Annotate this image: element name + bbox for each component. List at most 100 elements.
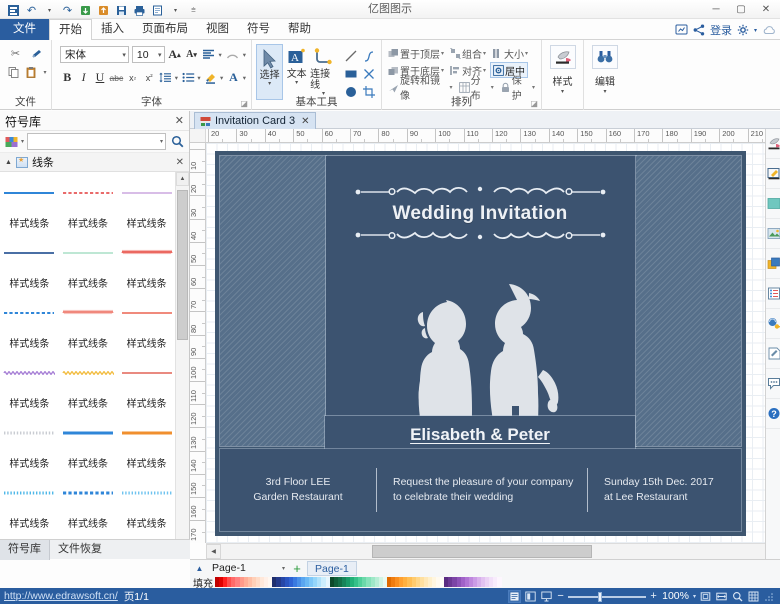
redo-icon[interactable]: ↷ [60, 3, 75, 18]
zoom-region-icon[interactable] [731, 590, 744, 603]
presentation-view-icon[interactable] [540, 590, 553, 603]
library-item[interactable]: 样式线条 [0, 478, 59, 538]
ribbon-tab-file[interactable]: 文件 [0, 19, 49, 40]
preview-icon[interactable] [150, 3, 165, 18]
superscript-icon[interactable]: x² [142, 69, 156, 86]
library-item[interactable]: 样式线条 [117, 418, 176, 478]
ribbon-tab-help[interactable]: 帮助 [279, 19, 320, 40]
share-icon[interactable] [693, 24, 705, 36]
fit-width-icon[interactable] [715, 590, 728, 603]
curve-icon[interactable] [360, 47, 377, 64]
shrink-font-icon[interactable]: A ▾ [185, 46, 199, 63]
library-item[interactable]: 样式线条 [0, 418, 59, 478]
close-icon[interactable]: ✕ [299, 116, 309, 127]
single-page-view-icon[interactable] [508, 589, 522, 603]
import-icon[interactable] [96, 3, 111, 18]
document-tab[interactable]: Invitation Card 3 ✕ [194, 112, 316, 129]
library-item[interactable]: 样式线条 [0, 238, 59, 298]
chevron-down-icon[interactable]: ▾ [282, 565, 285, 572]
undo-icon[interactable]: ↶ [24, 3, 39, 18]
chevron-left-icon[interactable]: ◀ [206, 544, 221, 559]
connector-tool-button[interactable]: 连接线 ▾ [310, 44, 337, 100]
hyperlink-icon[interactable] [766, 309, 780, 339]
highlight-icon[interactable] [204, 69, 218, 86]
palette-swatch[interactable] [497, 577, 502, 587]
chevron-down-icon[interactable]: ▾ [532, 84, 535, 91]
chevron-down-icon[interactable]: ▾ [295, 80, 298, 86]
library-item[interactable]: 样式线条 [117, 358, 176, 418]
help-icon[interactable]: ? [766, 399, 780, 429]
grow-font-icon[interactable]: A ▴ [168, 46, 182, 63]
chevron-down-icon[interactable]: ▾ [483, 50, 486, 57]
font-dialog-launcher[interactable]: ◪ [240, 99, 248, 108]
zoom-knob[interactable] [598, 591, 603, 602]
ribbon-tab-view[interactable]: 视图 [197, 19, 238, 40]
canvas[interactable]: Wedding Invitation Elisabeth & Peter 3rd… [206, 143, 765, 543]
comment-icon[interactable] [766, 369, 780, 399]
library-item[interactable]: 样式线条 [117, 178, 176, 238]
tab-file-recovery[interactable]: 文件恢复 [50, 540, 110, 560]
export-icon[interactable] [78, 3, 93, 18]
vertical-ruler[interactable]: 10 20 30 40 50 60 70 80 90 100 110 120 130 140 150 160 1… [190, 143, 206, 543]
chevron-down-icon[interactable]: ▾ [693, 593, 696, 600]
fill-color-icon[interactable] [766, 189, 780, 219]
gear-dropdown-icon[interactable]: ▾ [754, 27, 757, 34]
chevron-down-icon[interactable]: ▾ [175, 74, 179, 82]
chevron-down-icon[interactable]: ▾ [243, 51, 247, 59]
resize-grip-icon[interactable] [763, 590, 776, 603]
preview-dropdown-icon[interactable]: ▾ [168, 3, 183, 18]
paste-dropdown-icon[interactable]: ▾ [43, 65, 47, 80]
chevron-down-icon[interactable]: ▾ [603, 88, 606, 95]
pen-edit-icon[interactable] [766, 159, 780, 189]
grid-toggle-icon[interactable] [747, 590, 760, 603]
chevron-down-icon[interactable]: ▾ [491, 84, 494, 91]
chevron-down-icon[interactable]: ▾ [441, 50, 444, 57]
fit-page-icon[interactable] [699, 590, 712, 603]
arrange-button-group[interactable]: 组合 ▾ [448, 45, 488, 61]
library-item[interactable]: 样式线条 [59, 478, 118, 538]
rectangle-icon[interactable] [342, 65, 359, 82]
presentation-icon[interactable] [675, 24, 688, 36]
close-shape-icon[interactable] [360, 65, 377, 82]
cut-icon[interactable]: ✂ [7, 46, 24, 61]
subscript-icon[interactable]: x₂ [126, 69, 140, 86]
bold-icon[interactable]: B [60, 69, 74, 86]
library-item[interactable]: 样式线条 [0, 358, 59, 418]
close-button[interactable]: ✕ [754, 1, 778, 18]
page-tab-page-1[interactable]: Page-1 [307, 560, 357, 576]
facing-page-view-icon[interactable] [524, 590, 537, 603]
website-link[interactable]: http://www.edrawsoft.cn/ [0, 590, 118, 602]
login-button[interactable]: 登录 [710, 22, 732, 38]
library-item[interactable]: 样式线条 [0, 298, 59, 358]
chevron-down-icon[interactable]: ▾ [525, 50, 528, 57]
save-icon[interactable] [114, 3, 129, 18]
customize-icon[interactable]: ⩧ [186, 3, 201, 18]
horizontal-ruler[interactable]: 20 30 40 50 60 70 80 90 100 110 120 130 140 150 160 170… [190, 129, 780, 143]
search-icon[interactable] [169, 135, 185, 148]
line-spacing-icon[interactable] [158, 69, 172, 86]
layers-icon[interactable] [766, 249, 780, 279]
line-icon[interactable] [342, 47, 359, 64]
library-picker-icon[interactable] [4, 135, 18, 149]
chevron-down-icon[interactable]: ▾ [243, 74, 247, 82]
page-selector[interactable]: Page-1 ▾ [209, 561, 287, 575]
scroll-thumb[interactable] [372, 545, 592, 558]
canvas-horizontal-scrollbar[interactable]: ◀ ▶ [206, 543, 780, 559]
select-tool-button[interactable]: 选择 ▾ [256, 44, 284, 100]
library-item[interactable]: 样式线条 [59, 358, 118, 418]
library-item[interactable]: 样式线条 [59, 298, 118, 358]
palette-swatch-strip[interactable] [215, 577, 502, 587]
library-item[interactable]: 样式线条 [117, 298, 176, 358]
chevron-down-icon[interactable]: ▾ [218, 51, 222, 59]
style-button[interactable]: 样式 ▾ [546, 42, 579, 95]
arrange-dialog-launcher[interactable]: ◪ [530, 99, 538, 108]
maximize-button[interactable]: ▢ [729, 1, 753, 18]
search-input[interactable] [32, 134, 160, 149]
library-category-header[interactable]: ▲ 线条 ✕ [0, 153, 189, 172]
strikethrough-icon[interactable]: abc [109, 69, 124, 86]
ribbon-tab-insert[interactable]: 插入 [92, 19, 133, 40]
card-footer-band[interactable]: 3rd Floor LEE Garden Restaurant Request … [220, 449, 741, 531]
chevron-up-icon[interactable]: ▲ [193, 564, 206, 573]
tab-symbol-library[interactable]: 符号库 [0, 540, 50, 560]
ribbon-tab-page-layout[interactable]: 页面布局 [133, 19, 197, 40]
